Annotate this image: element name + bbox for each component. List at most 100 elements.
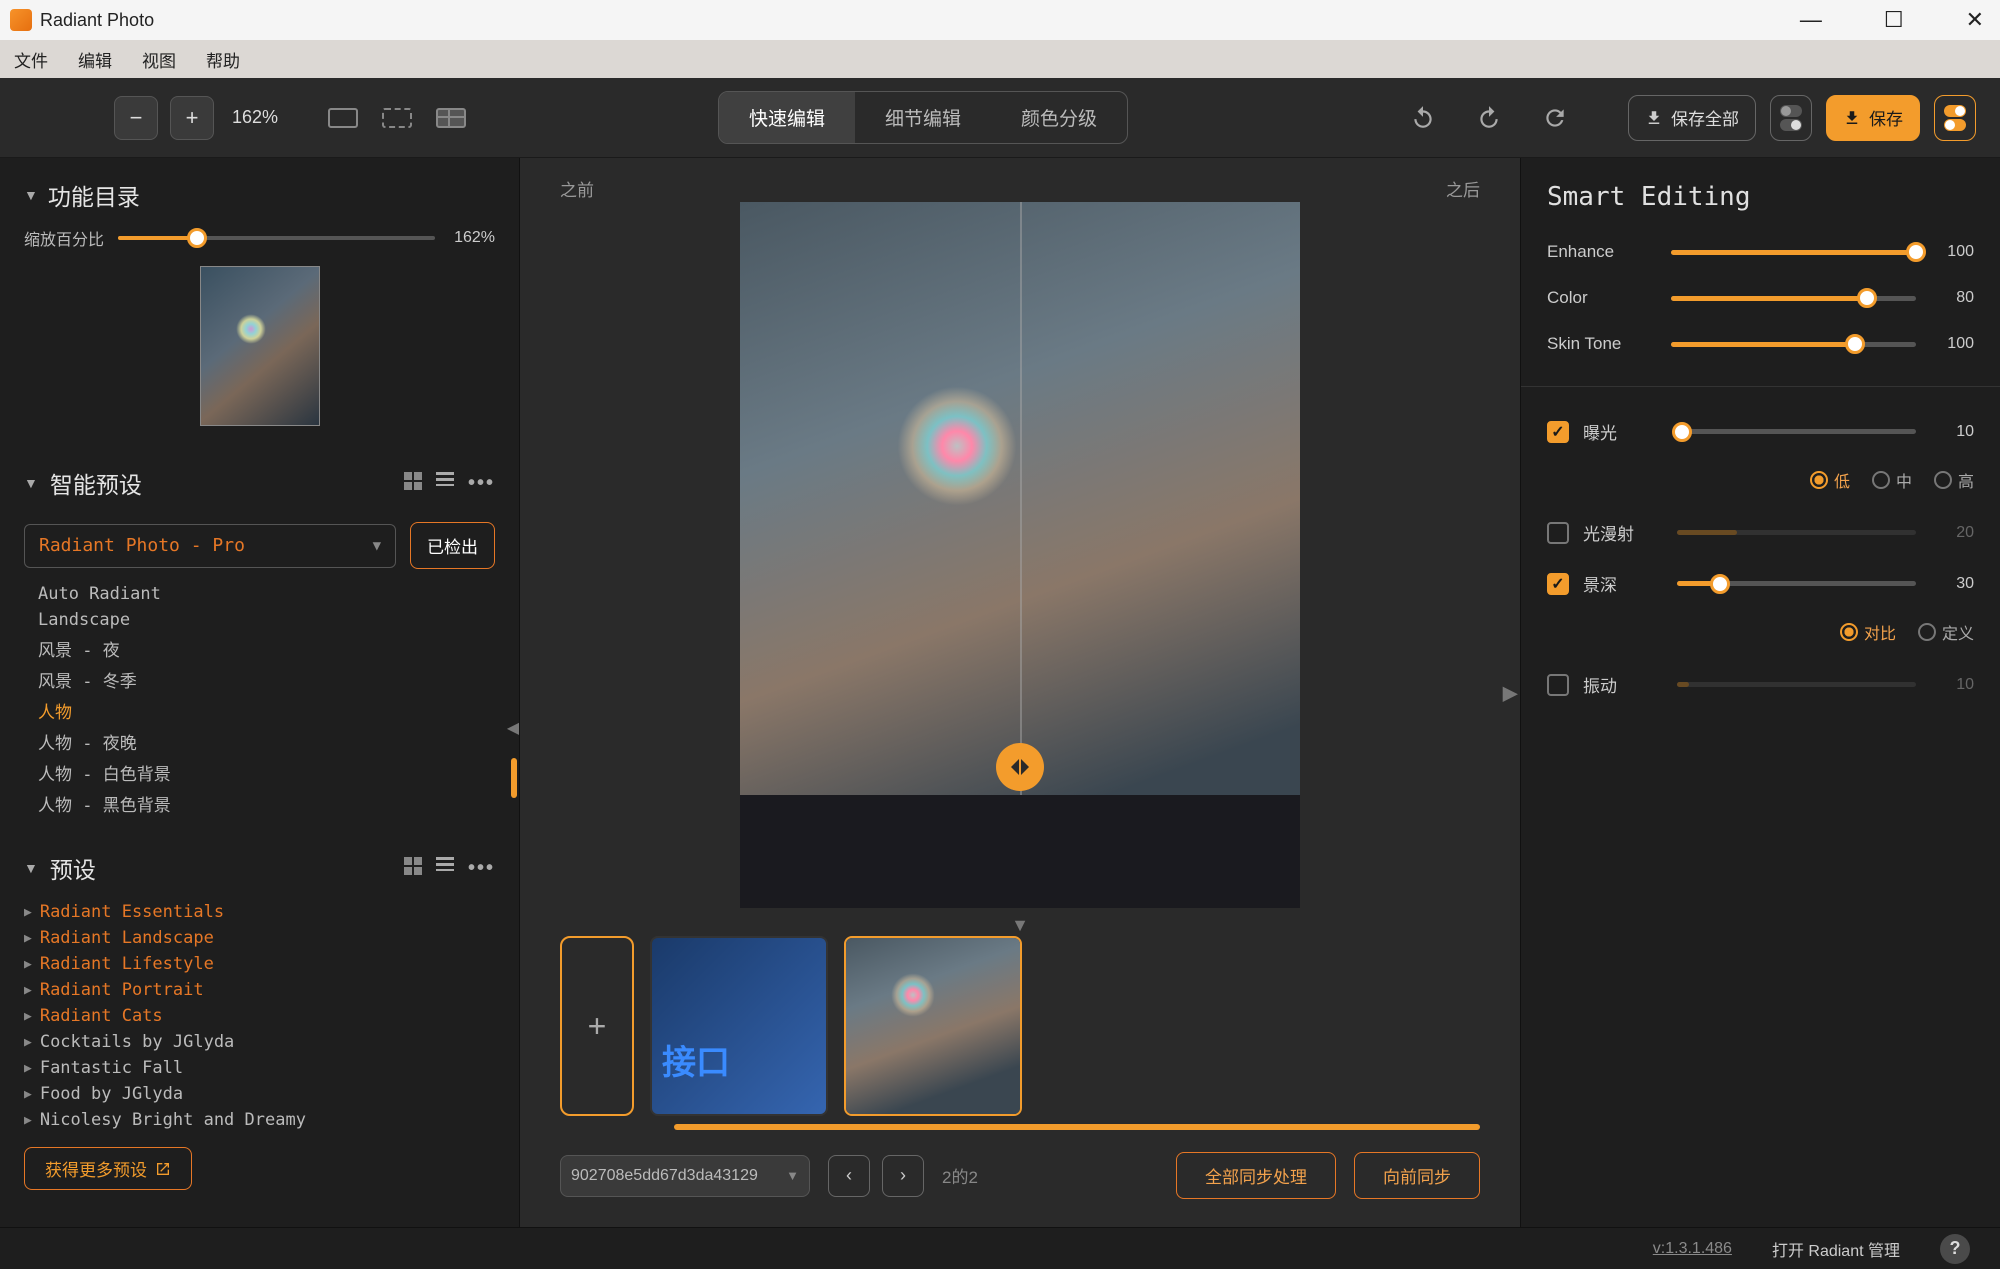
detected-button[interactable]: 已检出 (410, 522, 495, 569)
preset-group-item[interactable]: ▶Food by JGlyda (24, 1081, 495, 1107)
exposure-label: 曝光 (1583, 419, 1663, 444)
save-all-toggle[interactable] (1770, 95, 1812, 141)
chevron-down-icon[interactable]: ▼ (560, 915, 1480, 936)
preset-group-item[interactable]: ▶Radiant Cats (24, 1003, 495, 1029)
presets-header[interactable]: ▼ 预设 ••• (24, 851, 495, 885)
tab-quick-edit[interactable]: 快速编辑 (719, 92, 855, 143)
open-manage-link[interactable]: 打开 Radiant 管理 (1772, 1237, 1900, 1261)
zoom-slider-label: 缩放百分比 (24, 226, 104, 250)
add-image-button[interactable]: + (560, 936, 634, 1116)
file-dropdown[interactable]: 902708e5dd67d3da43129 ▼ (560, 1155, 810, 1197)
depth-checkbox[interactable] (1547, 573, 1569, 595)
diffusion-checkbox[interactable] (1547, 522, 1569, 544)
grid-view-icon[interactable] (404, 472, 422, 490)
more-dots-icon[interactable]: ••• (468, 857, 495, 880)
smart-preset-item[interactable]: 人物 - 黑色背景 (24, 788, 495, 819)
zoom-out-button[interactable]: − (114, 96, 158, 140)
list-view-icon[interactable] (436, 472, 454, 486)
exposure-slider[interactable] (1677, 429, 1916, 434)
menu-help[interactable]: 帮助 (198, 43, 248, 76)
depth-compare-radio[interactable]: 对比 (1840, 620, 1896, 644)
smart-presets-header[interactable]: ▼ 智能预设 ••• (24, 466, 495, 500)
tab-detail-edit[interactable]: 细节编辑 (855, 92, 991, 143)
smart-preset-item[interactable]: Auto Radiant (24, 581, 495, 607)
filmstrip-scrollbar[interactable] (674, 1124, 1480, 1130)
depth-define-radio[interactable]: 定义 (1918, 620, 1974, 644)
maximize-icon[interactable]: ☐ (1878, 7, 1910, 33)
preset-group-item[interactable]: ▶Radiant Lifestyle (24, 951, 495, 977)
chevron-right-icon: ▶ (24, 1009, 32, 1024)
sync-all-button[interactable]: 全部同步处理 (1176, 1152, 1336, 1199)
catalog-header[interactable]: ▼ 功能目录 (24, 178, 495, 212)
version-label[interactable]: v:1.3.1.486 (1653, 1240, 1732, 1258)
enhance-slider[interactable] (1671, 250, 1916, 255)
status-bar: v:1.3.1.486 打开 Radiant 管理 ? (0, 1227, 2000, 1269)
exposure-checkbox[interactable] (1547, 421, 1569, 443)
depth-slider[interactable] (1677, 581, 1916, 586)
save-all-button[interactable]: 保存全部 (1628, 95, 1756, 141)
preset-group-item[interactable]: ▶Radiant Landscape (24, 925, 495, 951)
view-grid-icon[interactable] (436, 108, 466, 128)
vibrate-checkbox[interactable] (1547, 674, 1569, 696)
smart-preset-item[interactable]: 人物 - 夜晚 (24, 726, 495, 757)
chevron-right-icon: ▶ (24, 905, 32, 920)
sync-forward-button[interactable]: 向前同步 (1354, 1152, 1480, 1199)
exposure-low-radio[interactable]: 低 (1810, 468, 1850, 492)
vibrate-slider[interactable] (1677, 682, 1916, 687)
expand-right-icon[interactable]: ▶ (1501, 670, 1520, 715)
view-single-icon[interactable] (328, 108, 358, 128)
menu-file[interactable]: 文件 (6, 43, 56, 76)
color-slider[interactable] (1671, 296, 1916, 301)
tab-color-grade[interactable]: 颜色分级 (991, 92, 1127, 143)
list-view-icon[interactable] (436, 857, 454, 871)
thumbnail-1[interactable] (650, 936, 828, 1116)
save-button[interactable]: 保存 (1826, 95, 1920, 141)
preset-group-label: Radiant Lifestyle (40, 954, 214, 974)
menu-view[interactable]: 视图 (134, 43, 184, 76)
close-icon[interactable]: ✕ (1960, 7, 1990, 33)
reset-icon[interactable] (1542, 105, 1568, 131)
help-icon[interactable]: ? (1940, 1234, 1970, 1264)
minimize-icon[interactable]: — (1794, 7, 1828, 33)
view-split-icon[interactable] (382, 108, 412, 128)
chevron-down-icon: ▼ (373, 538, 381, 554)
preset-group-item[interactable]: ▶Nicolesy Bright and Dreamy (24, 1107, 495, 1133)
smart-preset-item[interactable]: 人物 - 白色背景 (24, 757, 495, 788)
chevron-down-icon: ▼ (24, 475, 38, 491)
smart-preset-item[interactable]: 风景 - 冬季 (24, 664, 495, 695)
exposure-mid-radio[interactable]: 中 (1872, 468, 1912, 492)
preset-group-item[interactable]: ▶Radiant Essentials (24, 899, 495, 925)
smart-preset-item[interactable]: 风景 - 夜 (24, 633, 495, 664)
save-toggle[interactable] (1934, 95, 1976, 141)
split-slider-handle[interactable] (996, 743, 1044, 791)
smart-preset-item[interactable]: Landscape (24, 607, 495, 633)
grid-view-icon[interactable] (404, 857, 422, 875)
more-dots-icon[interactable]: ••• (468, 472, 495, 495)
thumbnail-2[interactable] (844, 936, 1022, 1116)
exposure-high-radio[interactable]: 高 (1934, 468, 1974, 492)
preset-group-label: Food by JGlyda (40, 1084, 183, 1104)
depth-mode-radios: 对比 定义 (1547, 620, 1974, 644)
diffusion-slider[interactable] (1677, 530, 1916, 535)
redo-icon[interactable] (1476, 105, 1502, 131)
preset-dropdown[interactable]: Radiant Photo - Pro ▼ (24, 524, 396, 568)
next-image-button[interactable]: › (882, 1155, 924, 1197)
vibrate-value: 10 (1930, 676, 1974, 694)
undo-icon[interactable] (1410, 105, 1436, 131)
scrollbar-thumb[interactable] (511, 758, 517, 798)
exposure-mode-radios: 低 中 高 (1547, 468, 1974, 492)
zoom-slider[interactable] (118, 236, 435, 240)
skin-slider[interactable] (1671, 342, 1916, 347)
preset-group-item[interactable]: ▶Fantastic Fall (24, 1055, 495, 1081)
main-preview-image[interactable] (740, 202, 1300, 908)
smart-preset-item[interactable]: 人物 (24, 695, 495, 726)
prev-image-button[interactable]: ‹ (828, 1155, 870, 1197)
more-presets-button[interactable]: 获得更多预设 (24, 1147, 192, 1190)
menu-edit[interactable]: 编辑 (70, 43, 120, 76)
preset-group-item[interactable]: ▶Cocktails by JGlyda (24, 1029, 495, 1055)
zoom-in-button[interactable]: + (170, 96, 214, 140)
navigator-thumbnail[interactable] (200, 266, 320, 426)
preset-group-item[interactable]: ▶Radiant Portrait (24, 977, 495, 1003)
toolbar: − + 162% 快速编辑 细节编辑 颜色分级 保存全部 保存 (0, 78, 2000, 158)
collapse-left-icon[interactable]: ◀ (505, 698, 520, 758)
